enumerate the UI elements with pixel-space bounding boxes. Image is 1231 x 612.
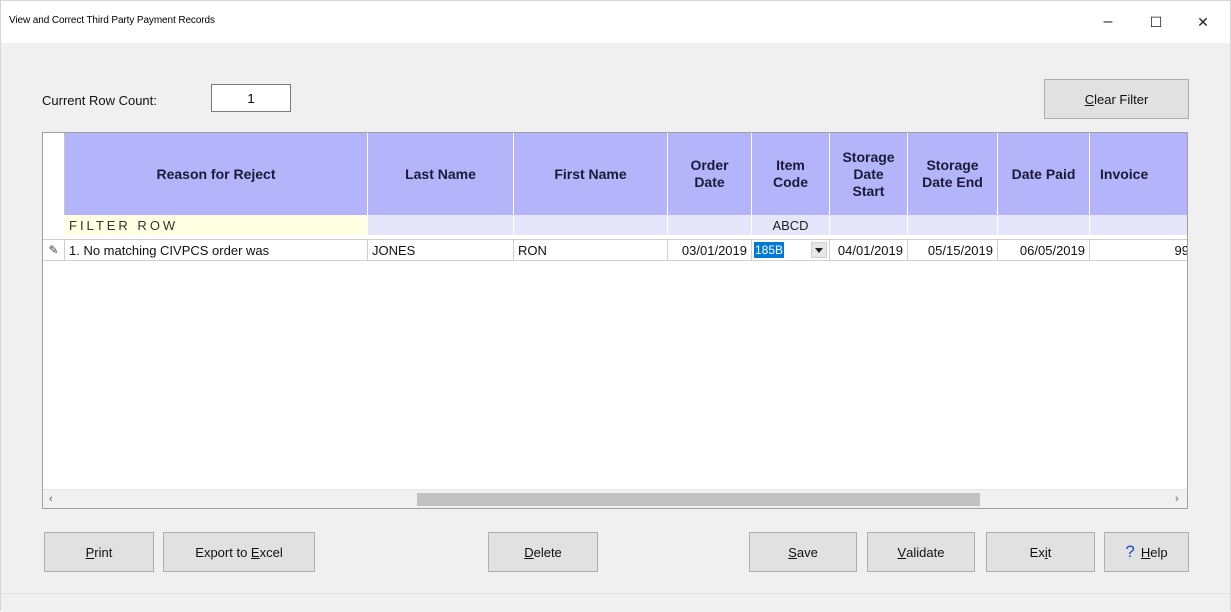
delete-label-post: elete (533, 544, 562, 560)
column-header-invoice[interactable]: Invoice (1090, 133, 1187, 215)
column-header-order-date[interactable]: Order Date (668, 133, 752, 215)
filter-cell-order-date[interactable] (668, 215, 752, 235)
column-header-storage-end[interactable]: Storage Date End (908, 133, 998, 215)
item-code-dropdown-button[interactable] (811, 242, 827, 258)
cell-invoice[interactable]: 99 (1090, 239, 1187, 261)
status-bar (1, 593, 1230, 612)
maximize-icon: ☐ (1149, 13, 1163, 30)
maximize-button[interactable]: ☐ (1136, 7, 1176, 37)
print-label-post: rint (94, 544, 113, 560)
column-header-storage-start[interactable]: Storage Date Start (830, 133, 908, 215)
clear-filter-label-post: lear Filter (1094, 91, 1149, 107)
clear-filter-button[interactable]: Clear Filter (1044, 79, 1189, 119)
filter-cell-item-code[interactable]: ABCD (752, 215, 830, 235)
cell-item-code[interactable]: 185B (752, 239, 830, 261)
exit-label-pre: Ex (1029, 544, 1045, 560)
help-label-post: elp (1150, 544, 1168, 560)
cell-date-paid[interactable]: 06/05/2019 (998, 239, 1090, 261)
export-label-pre: Export to (195, 544, 251, 560)
minimize-icon: – (1103, 13, 1113, 30)
help-question-icon: ? (1125, 542, 1135, 561)
edit-pencil-icon: ✎ (43, 239, 65, 261)
cell-last-name[interactable]: JONES (368, 239, 514, 261)
scroll-left-icon[interactable]: ‹ (49, 493, 53, 505)
cell-storage-start[interactable]: 04/01/2019 (830, 239, 908, 261)
column-header-item-code[interactable]: Item Code (752, 133, 830, 215)
payment-records-grid[interactable]: Reason for Reject Last Name First Name O… (42, 132, 1188, 509)
filter-cell-last-name[interactable] (368, 215, 514, 235)
cell-storage-end[interactable]: 05/15/2019 (908, 239, 998, 261)
row-selector-header (43, 133, 65, 215)
column-header-date-paid[interactable]: Date Paid (998, 133, 1090, 215)
row-count-field: 1 (211, 84, 291, 112)
filter-cell-storage-end[interactable] (908, 215, 998, 235)
export-mnemonic: E (250, 544, 260, 560)
validate-button[interactable]: Validate (867, 532, 975, 572)
print-button[interactable]: Print (44, 532, 154, 572)
export-label-post: xcel (259, 544, 283, 560)
scroll-right-icon[interactable]: › (1175, 493, 1179, 505)
column-header-first-name[interactable]: First Name (514, 133, 668, 215)
filter-row-label[interactable]: FILTER ROW (65, 215, 368, 235)
close-button[interactable]: ✕ (1183, 7, 1223, 37)
delete-mnemonic: D (524, 544, 534, 560)
validate-label-post: alidate (906, 544, 945, 560)
filter-cell-date-paid[interactable] (998, 215, 1090, 235)
save-button[interactable]: Save (749, 532, 857, 572)
title-bar: View and Correct Third Party Payment Rec… (1, 1, 1230, 43)
cell-first-name[interactable]: RON (514, 239, 668, 261)
exit-button[interactable]: Ex i t (986, 532, 1095, 572)
app-window: View and Correct Third Party Payment Rec… (0, 0, 1231, 612)
item-code-selected-value[interactable]: 185B (754, 242, 785, 258)
clear-filter-mnemonic: C (1084, 91, 1095, 107)
filter-cell-first-name[interactable] (514, 215, 668, 235)
filter-cell-invoice[interactable] (1090, 215, 1187, 235)
print-mnemonic: P (85, 544, 95, 560)
window-title: View and Correct Third Party Payment Rec… (9, 15, 215, 26)
column-header-last-name[interactable]: Last Name (368, 133, 514, 215)
column-header-reason[interactable]: Reason for Reject (65, 133, 368, 215)
save-label-post: ave (796, 544, 818, 560)
chevron-down-icon (815, 247, 823, 253)
filter-cell-storage-start[interactable] (830, 215, 908, 235)
save-mnemonic: S (788, 544, 797, 560)
delete-button[interactable]: Delete (488, 532, 598, 572)
minimize-button[interactable]: – (1088, 7, 1128, 37)
exit-label-post: t (1047, 544, 1052, 560)
horizontal-scrollbar[interactable]: ‹ › (43, 489, 1187, 508)
validate-mnemonic: V (897, 544, 907, 560)
cell-reason[interactable]: 1. No matching CIVPCS order was (65, 239, 368, 261)
help-button[interactable]: ? Help (1104, 532, 1189, 572)
close-icon: ✕ (1197, 13, 1209, 30)
cell-order-date[interactable]: 03/01/2019 (668, 239, 752, 261)
export-to-excel-button[interactable]: Export to Excel (163, 532, 315, 572)
help-mnemonic: H (1140, 544, 1151, 560)
row-count-label: Current Row Count: (42, 93, 157, 108)
scrollbar-thumb[interactable] (417, 493, 980, 506)
